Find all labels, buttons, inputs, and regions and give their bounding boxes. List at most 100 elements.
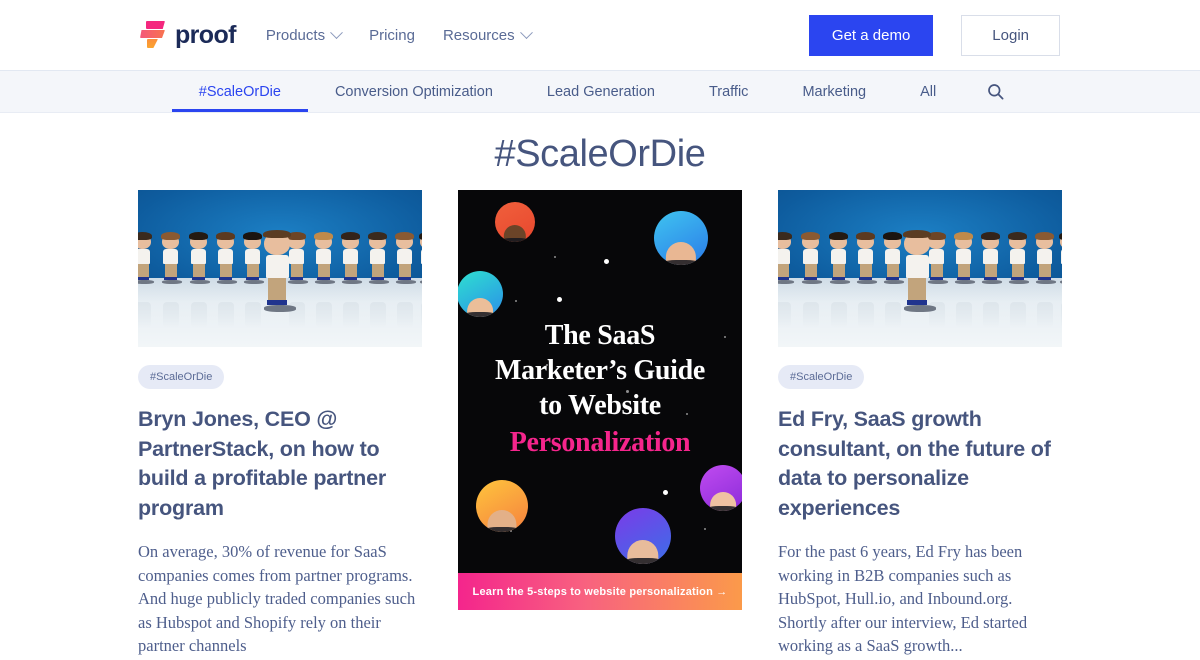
- article-excerpt: On average, 30% of revenue for SaaS comp…: [138, 542, 416, 655]
- figure-reflection: [191, 302, 207, 329]
- bobblehead-figure: [927, 232, 948, 285]
- bobblehead-team-photo-thumbnail[interactable]: [138, 190, 422, 347]
- category-subnav: #ScaleOrDie Conversion Optimization Lead…: [0, 70, 1200, 113]
- bobblehead-figure: [1008, 232, 1029, 285]
- subnav-item-conversion-optimization[interactable]: Conversion Optimization: [308, 71, 520, 112]
- figure-reflection: [1037, 302, 1053, 329]
- ebook-cta-bar[interactable]: Learn the 5-steps to website personaliza…: [458, 573, 742, 610]
- figure-reflection: [343, 302, 359, 329]
- bobblehead-figure: [287, 232, 308, 285]
- figure-reflection: [1061, 302, 1062, 329]
- figure-reflection: [956, 302, 972, 329]
- subnav-item-scaleordie[interactable]: #ScaleOrDie: [171, 71, 309, 112]
- get-a-demo-button[interactable]: Get a demo: [808, 14, 934, 56]
- bobblehead-figure: [829, 232, 850, 285]
- figure-reflection: [218, 302, 234, 329]
- bobblehead-figure-featured: [263, 230, 296, 313]
- article-card[interactable]: #ScaleOrDie Bryn Jones, CEO @ PartnerSta…: [138, 190, 422, 658]
- nav-item-products-label: Products: [265, 26, 326, 44]
- saas-personalization-ebook-cover-thumbnail[interactable]: The SaaS Marketer’s Guide to Website Per…: [458, 190, 742, 610]
- bobblehead-figure: [954, 232, 975, 285]
- chevron-down-icon: [330, 25, 343, 39]
- speaker-avatar: [615, 508, 671, 564]
- bobblehead-figure: [1035, 232, 1056, 285]
- star-dot: [557, 297, 562, 302]
- bobblehead-figure: [856, 232, 877, 285]
- bobblehead-figure: [368, 232, 389, 285]
- article-title[interactable]: Bryn Jones, CEO @ PartnerStack, on how t…: [138, 405, 422, 523]
- star-dot: [663, 490, 668, 495]
- subnav-item-all[interactable]: All: [893, 71, 963, 112]
- figure-reflection: [885, 302, 901, 329]
- brand-name: proof: [175, 20, 236, 49]
- ebook-title-line2: Marketer’s Guide: [494, 355, 706, 386]
- speaker-avatar: [458, 271, 503, 317]
- bobblehead-figure: [778, 232, 794, 285]
- figure-reflection: [858, 302, 874, 329]
- speaker-avatar: [476, 480, 528, 532]
- ebook-title-line1: The SaaS: [544, 320, 656, 351]
- bobblehead-figure: [243, 232, 264, 285]
- bobblehead-figure: [161, 232, 182, 285]
- header-actions: Get a demo Login: [808, 14, 1060, 56]
- ebook-backdrop: The SaaS Marketer’s Guide to Website Per…: [458, 190, 742, 610]
- search-button[interactable]: [963, 71, 1028, 112]
- site-header: proof Products Pricing Resources Get a d…: [0, 0, 1200, 70]
- bobblehead-figure: [981, 232, 1002, 285]
- figure-reflection: [163, 302, 179, 329]
- bobblehead-figure: [314, 232, 335, 285]
- bobblehead-figure: [395, 232, 416, 285]
- page-title: #ScaleOrDie: [494, 133, 706, 175]
- subnav-item-marketing[interactable]: Marketing: [775, 71, 893, 112]
- bobblehead-figure: [189, 232, 210, 285]
- nav-item-resources[interactable]: Resources: [442, 25, 533, 44]
- ebook-card[interactable]: The SaaS Marketer’s Guide to Website Per…: [458, 190, 742, 658]
- nav-item-products[interactable]: Products: [265, 25, 343, 44]
- nav-item-resources-label: Resources: [442, 26, 515, 44]
- figure-reflection: [803, 302, 819, 329]
- category-tag[interactable]: #ScaleOrDie: [138, 365, 225, 389]
- chevron-down-icon: [519, 25, 533, 39]
- article-grid: #ScaleOrDie Bryn Jones, CEO @ PartnerSta…: [0, 190, 1200, 658]
- subnav-item-lead-generation[interactable]: Lead Generation: [520, 71, 682, 112]
- bobblehead-figure: [801, 232, 822, 285]
- figure-reflection: [138, 302, 151, 329]
- article-card[interactable]: #ScaleOrDie Ed Fry, SaaS growth consulta…: [778, 190, 1062, 658]
- bobblehead-figure: [216, 232, 237, 285]
- bobblehead-team-photo-thumbnail[interactable]: [778, 190, 1062, 347]
- nav-item-pricing[interactable]: Pricing: [369, 27, 415, 44]
- article-title[interactable]: Ed Fry, SaaS growth consultant, on the f…: [778, 405, 1062, 523]
- brand-logo[interactable]: proof: [140, 20, 236, 50]
- star-dot: [704, 528, 706, 530]
- star-dot: [604, 259, 609, 264]
- figure-reflection: [397, 302, 413, 329]
- figure-reflection: [983, 302, 999, 329]
- subnav-item-traffic[interactable]: Traffic: [682, 71, 775, 112]
- speaker-avatar: [700, 465, 742, 511]
- ebook-title-line3: to Website: [539, 390, 661, 421]
- figure-reflection: [421, 302, 422, 329]
- bobblehead-figure: [419, 232, 422, 285]
- bobblehead-figure: [883, 232, 904, 285]
- figure-reflection: [245, 302, 261, 329]
- star-dot: [554, 256, 556, 258]
- ebook-title-accent: Personalization: [509, 427, 691, 458]
- nav-item-pricing-label: Pricing: [369, 26, 415, 44]
- search-icon: [988, 84, 1004, 100]
- figure-reflection: [831, 302, 847, 329]
- figure-reflection: [370, 302, 386, 329]
- figure-reflection: [778, 302, 791, 329]
- article-excerpt: For the past 6 years, Ed Fry has been wo…: [778, 542, 1028, 655]
- login-button[interactable]: Login: [961, 14, 1060, 56]
- bobblehead-figure: [341, 232, 362, 285]
- speaker-avatar: [495, 202, 535, 242]
- primary-nav: Products Pricing Resources: [265, 25, 533, 44]
- figure-reflection: [316, 302, 332, 329]
- speaker-avatar: [654, 211, 708, 265]
- proof-flag-logo-icon: [140, 20, 166, 50]
- figure-reflection: [1010, 302, 1026, 329]
- bobblehead-figure: [138, 232, 154, 285]
- bobblehead-figure-featured: [903, 230, 936, 313]
- ebook-title: The SaaS Marketer’s Guide to Website Per…: [458, 318, 742, 460]
- category-tag[interactable]: #ScaleOrDie: [778, 365, 865, 389]
